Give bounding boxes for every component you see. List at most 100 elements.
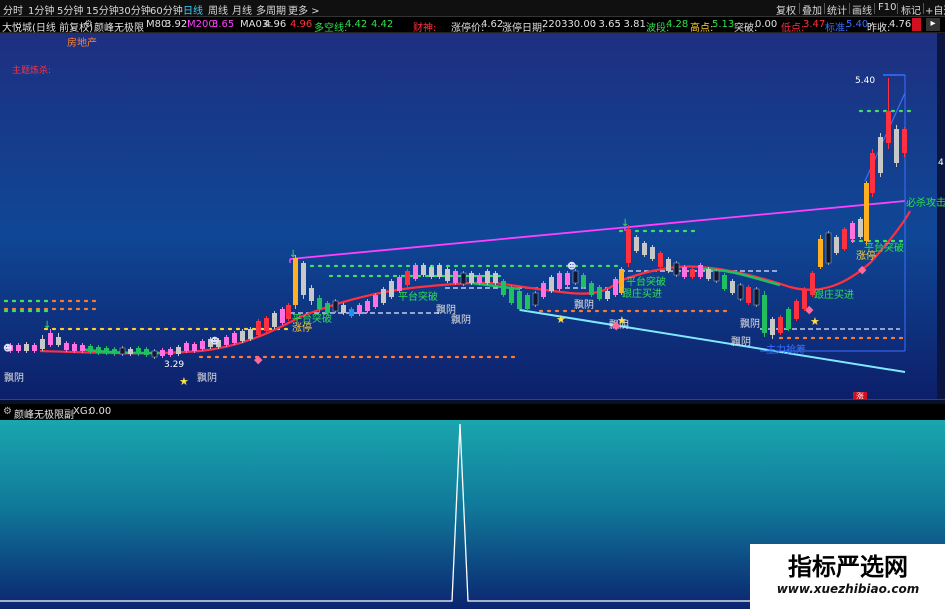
- candle-body: [825, 232, 832, 264]
- candle-body: [413, 265, 418, 279]
- watermark-url: www.xuezhibiao.com: [776, 582, 920, 596]
- candle-body: [64, 343, 69, 350]
- candle-body: [858, 219, 863, 237]
- candle-body: [357, 305, 362, 314]
- overlay-button[interactable]: 叠加: [802, 2, 822, 17]
- candle-body: [445, 269, 450, 281]
- candlestick-chart[interactable]: 4 房地产 主题炼杀: 5.40 3.29 平台突破 涨停 平台突破 平台突破 …: [0, 33, 945, 399]
- candle-body: [762, 295, 767, 333]
- candle-body: [144, 349, 149, 355]
- toolbar-divider: [923, 3, 924, 14]
- tab-5min[interactable]: 5分钟: [57, 2, 83, 17]
- candle-body: [878, 137, 883, 173]
- toolbar-divider: [874, 3, 875, 14]
- candle-body: [818, 239, 823, 267]
- add-watchlist-button[interactable]: +自选: [925, 2, 945, 17]
- candle-body: [460, 272, 467, 285]
- svg-text:◆: ◆: [805, 303, 814, 316]
- limit-up-label-2: 涨停: [856, 249, 876, 262]
- main-force-grab-label: 主力抢筹: [766, 343, 806, 356]
- statistics-button[interactable]: 统计: [827, 2, 847, 17]
- candle-body: [786, 309, 791, 329]
- candle-body: [572, 270, 579, 284]
- svg-text:☻: ☻: [567, 261, 576, 272]
- candle-body: [397, 277, 402, 291]
- f10-button[interactable]: F10: [878, 2, 896, 13]
- price-axis: [937, 33, 945, 399]
- candle-body: [224, 337, 229, 345]
- candle-body: [722, 275, 727, 289]
- candle-body: [341, 305, 346, 313]
- tab-60min[interactable]: 60分钟: [150, 2, 183, 17]
- candle-body: [597, 287, 602, 299]
- value-2: : 3.81: [617, 19, 646, 30]
- zhangting-label: 涨停价:: [451, 23, 485, 34]
- tab-more[interactable]: 更多 >: [288, 2, 320, 17]
- biaozhun-value: 5.40: [846, 19, 869, 30]
- sub-indicator-name[interactable]: 颜峰无极限副: [14, 406, 74, 421]
- candle-body: [16, 345, 21, 351]
- candle-body: [421, 265, 426, 275]
- candle-body: [332, 300, 339, 312]
- main-chart-svg: 4 房地产 主题炼杀: 5.40 3.29 平台突破 涨停 平台突破 平台突破 …: [0, 33, 945, 399]
- axis-marker: 4: [938, 158, 944, 168]
- gaodian-value: 5.13: [712, 19, 735, 30]
- candle-body: [48, 333, 53, 345]
- candle-body: [485, 271, 490, 283]
- drift-label-5: 飘阴: [574, 299, 594, 311]
- svg-text:◆: ◆: [858, 263, 867, 276]
- gaodian-label: 高点:: [690, 23, 714, 34]
- tab-weekly[interactable]: 周线: [208, 2, 228, 17]
- expand-icon[interactable]: ▸: [926, 18, 940, 31]
- svg-text:★: ★: [810, 315, 820, 328]
- candle-body: [850, 223, 855, 239]
- watermark-title: 指标严选网: [788, 553, 908, 581]
- candle-body: [469, 273, 474, 283]
- draw-line-button[interactable]: 画线: [852, 2, 872, 17]
- toolbar-divider: [799, 3, 800, 14]
- tab-1min[interactable]: 1分钟: [28, 2, 54, 17]
- tab-30min[interactable]: 30分钟: [118, 2, 151, 17]
- restore-rights-button[interactable]: 复权: [776, 2, 796, 17]
- sub-settings-icon[interactable]: ⚙: [3, 406, 12, 417]
- candle-body: [730, 281, 735, 293]
- toolbar-divider: [824, 3, 825, 14]
- candle-body: [453, 271, 458, 283]
- m200-value: 3.65: [212, 19, 235, 30]
- candle-body: [96, 347, 101, 353]
- zuoshou-value: 4.76: [889, 19, 912, 30]
- candle-body: [706, 269, 711, 279]
- candle-body: [525, 295, 530, 309]
- candle-body: [240, 331, 245, 341]
- indicator-name[interactable]: 颜峰无极限: [94, 19, 144, 34]
- tab-multi-period[interactable]: 多周期: [256, 2, 286, 17]
- candle-body: [842, 229, 847, 249]
- candle-body: [834, 237, 839, 253]
- candle-body: [532, 292, 539, 306]
- candle-body: [112, 349, 117, 354]
- tab-monthly[interactable]: 月线: [232, 2, 252, 17]
- mark-button[interactable]: 标记: [901, 2, 921, 17]
- candle-body: [902, 129, 907, 153]
- tab-daily[interactable]: 日线: [183, 2, 203, 17]
- tab-15min[interactable]: 15分钟: [86, 2, 119, 17]
- ma03-value-a: 4.96: [264, 19, 287, 30]
- candle-body: [658, 253, 663, 267]
- tab-fenshi[interactable]: 分时: [3, 2, 23, 17]
- svg-text:☻: ☻: [3, 343, 12, 354]
- settings-icon[interactable]: ⚙: [84, 19, 93, 30]
- limit-up-label-1: 涨停: [292, 321, 312, 334]
- zhangting-date-value: 220330.00: [542, 19, 597, 30]
- high-price-label: 5.40: [855, 76, 875, 86]
- candle-body: [501, 281, 506, 295]
- candle-body: [650, 247, 655, 259]
- candle-body: [104, 348, 109, 353]
- candle-body: [613, 279, 618, 295]
- kill-attack-label: 必杀攻击: [906, 196, 945, 209]
- candle-body: [184, 343, 189, 351]
- tupo-label: 突破:: [734, 23, 758, 34]
- scroll-up-icon[interactable]: [912, 18, 921, 31]
- candle-body: [264, 318, 269, 331]
- svg-text:★: ★: [179, 375, 189, 388]
- zhangting-date-label: 涨停日期:: [502, 23, 546, 34]
